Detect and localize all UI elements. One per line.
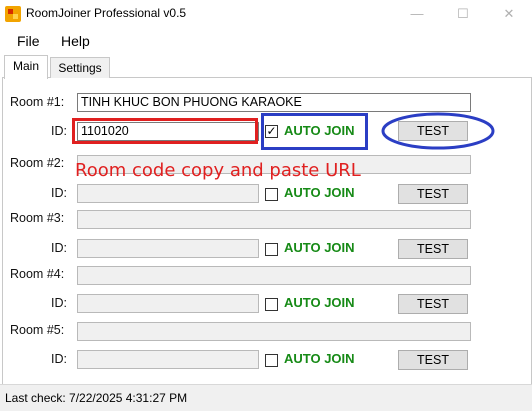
room-3-id-field[interactable] — [77, 239, 259, 258]
tab-main-label: Main — [12, 59, 39, 73]
room-2-auto-join-label: AUTO JOIN — [284, 185, 355, 200]
room-3-name-field[interactable] — [77, 210, 471, 229]
room-3-auto-join-checkbox[interactable] — [265, 243, 278, 256]
room-4-test-button[interactable]: TEST — [398, 294, 468, 314]
room-4-name-field[interactable] — [77, 266, 471, 285]
room-2-auto-join-checkbox[interactable] — [265, 188, 278, 201]
annotation-blue-ellipse — [381, 112, 495, 150]
menu-file[interactable]: File — [17, 33, 40, 49]
annotation-red-box — [72, 118, 258, 144]
room-2-id-label: ID: — [51, 186, 67, 200]
annotation-text: Room code copy and paste URL — [75, 160, 361, 181]
room-3-id-label: ID: — [51, 241, 67, 255]
room-5-auto-join-label: AUTO JOIN — [284, 351, 355, 366]
room-5-id-label: ID: — [51, 352, 67, 366]
room-5-name-field[interactable] — [77, 322, 471, 341]
minimize-button[interactable]: — — [394, 0, 440, 28]
tab-settings[interactable]: Settings — [50, 57, 110, 78]
window-title: RoomJoiner Professional v0.5 — [26, 6, 187, 20]
maximize-button[interactable]: ☐ — [440, 0, 486, 28]
room-2-label: Room #2: — [10, 156, 65, 170]
room-4-label: Room #4: — [10, 267, 65, 281]
room-4-id-field[interactable] — [77, 294, 259, 313]
room-2-id-field[interactable] — [77, 184, 259, 203]
room-3-auto-join-label: AUTO JOIN — [284, 240, 355, 255]
tab-main[interactable]: Main — [4, 55, 48, 79]
menu-help[interactable]: Help — [61, 33, 90, 49]
close-button[interactable]: ✕ — [486, 0, 532, 28]
room-1-label: Room #1: — [10, 95, 65, 109]
room-3-label: Room #3: — [10, 211, 65, 225]
room-4-auto-join-checkbox[interactable] — [265, 298, 278, 311]
tab-settings-label: Settings — [58, 61, 102, 75]
room-1-id-label: ID: — [51, 124, 67, 138]
room-5-test-button[interactable]: TEST — [398, 350, 468, 370]
room-3-test-button[interactable]: TEST — [398, 239, 468, 259]
app-icon — [5, 6, 21, 22]
room-4-id-label: ID: — [51, 296, 67, 310]
room-2-test-button[interactable]: TEST — [398, 184, 468, 204]
annotation-blue-box — [261, 113, 368, 150]
last-check-status: Last check: 7/22/2025 4:31:27 PM — [5, 391, 188, 405]
room-5-id-field[interactable] — [77, 350, 259, 369]
room-4-auto-join-label: AUTO JOIN — [284, 295, 355, 310]
room-5-label: Room #5: — [10, 323, 65, 337]
room-5-auto-join-checkbox[interactable] — [265, 354, 278, 367]
